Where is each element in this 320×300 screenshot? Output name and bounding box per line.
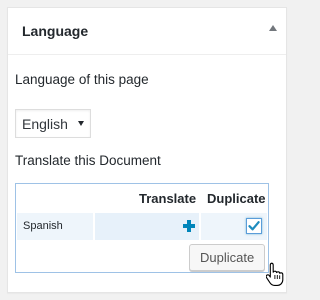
table-row: Spanish bbox=[17, 213, 267, 240]
language-name: Spanish bbox=[23, 220, 63, 232]
language-of-page-label: Language of this page bbox=[15, 72, 149, 87]
panel-title: Language bbox=[22, 23, 89, 39]
duplicate-checkbox[interactable] bbox=[246, 218, 262, 234]
column-header-duplicate: Duplicate bbox=[207, 191, 266, 206]
language-cell: Spanish bbox=[17, 213, 93, 240]
duplicate-button[interactable]: Duplicate bbox=[189, 244, 266, 271]
duplicate-cell bbox=[201, 213, 267, 240]
triangle-up-icon[interactable] bbox=[269, 25, 277, 31]
language-select[interactable]: English bbox=[15, 109, 91, 138]
plus-icon[interactable] bbox=[183, 220, 195, 232]
caret-down-icon bbox=[77, 121, 84, 126]
hand-pointer-cursor-icon bbox=[266, 262, 284, 286]
column-header-translate: Translate bbox=[139, 191, 197, 206]
translate-cell bbox=[95, 213, 199, 240]
translations-table: Translate Duplicate Spanish Duplicate bbox=[15, 183, 269, 273]
language-select-value: English bbox=[22, 115, 68, 132]
checkmark-icon bbox=[248, 221, 260, 231]
translate-document-label: Translate this Document bbox=[15, 153, 161, 168]
panel-header[interactable]: Language bbox=[8, 8, 286, 55]
